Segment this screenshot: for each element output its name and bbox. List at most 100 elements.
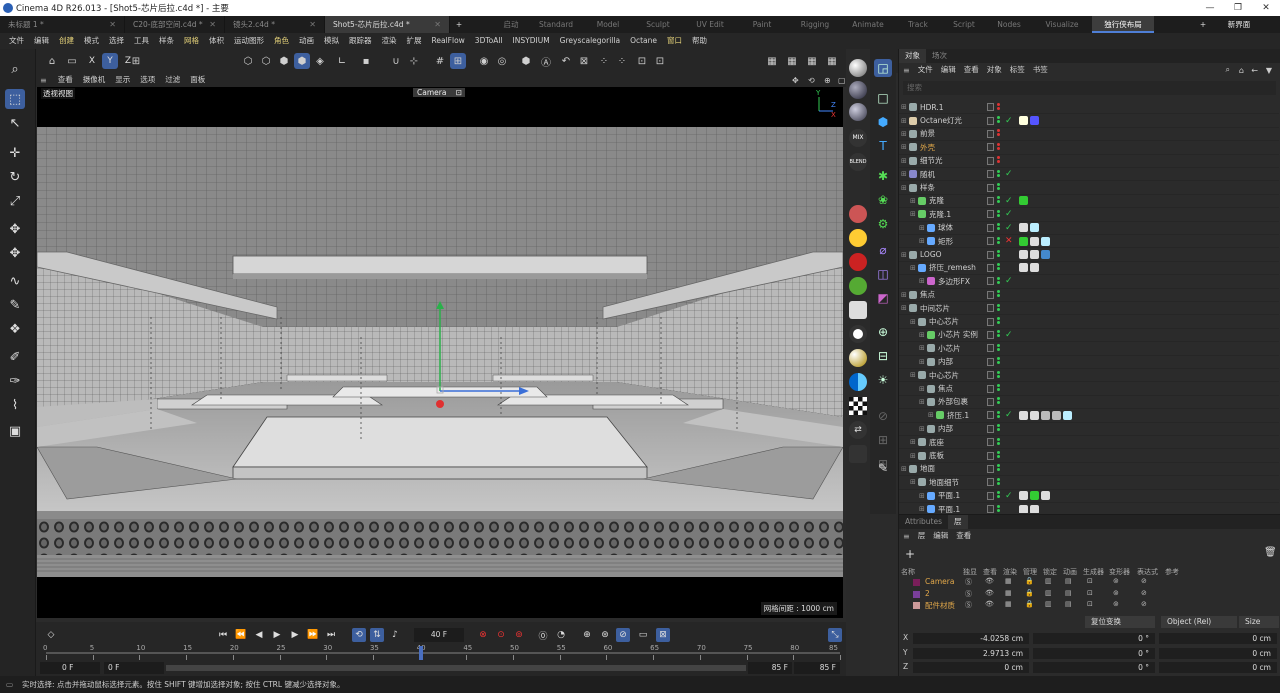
object-row[interactable]: ⊞ 多边形FX ✓ [899, 275, 1279, 289]
menu-item[interactable]: 渲染 [377, 33, 402, 49]
visibility-dots[interactable] [997, 209, 1001, 219]
tag-icon[interactable] [1030, 223, 1039, 233]
layout-tab[interactable]: Nodes [986, 16, 1032, 33]
expand-icon[interactable]: ⊞ [910, 210, 916, 218]
object-row[interactable]: ⊞ 挤压.1 ✓ [899, 409, 1279, 423]
file-tab[interactable]: 镜头2.c4d * ✕ [225, 16, 325, 33]
tag-icon[interactable] [1041, 410, 1050, 420]
tag-icon[interactable] [1063, 410, 1072, 420]
layer-box[interactable] [987, 464, 994, 473]
expand-icon[interactable]: ⊞ [901, 291, 907, 299]
coord-button[interactable]: Size [1239, 616, 1279, 628]
snap-grid-icon[interactable]: ⊞ [450, 53, 466, 69]
layer-flag-icon[interactable]: ⊚ [1113, 577, 1119, 585]
scene-light-icon[interactable]: ☀ [874, 371, 892, 389]
layout-tab[interactable]: Animate [842, 16, 894, 33]
field-icon[interactable]: ◩ [874, 289, 892, 307]
visibility-dots[interactable] [997, 169, 1001, 179]
visibility-dots[interactable] [997, 384, 1001, 393]
next-key-icon[interactable]: ⏩ [306, 628, 320, 642]
visibility-dots[interactable] [997, 504, 1001, 513]
layer-box[interactable] [987, 129, 994, 138]
record-icon[interactable]: ⊗ [476, 628, 490, 642]
expand-icon[interactable]: ⊞ [919, 358, 925, 366]
expand-icon[interactable]: ⊞ [901, 103, 907, 111]
menu-item[interactable]: 运动图形 [229, 33, 269, 49]
position-field-y[interactable]: 2.9713 cm [913, 647, 1029, 659]
position-field-x[interactable]: -4.0258 cm [913, 633, 1029, 644]
menu-item[interactable]: 网格 [179, 33, 204, 49]
object-row[interactable]: ⊞ 中心芯片 [899, 315, 1279, 329]
position-field-z[interactable]: 0 cm [913, 662, 1029, 673]
layer-box[interactable] [987, 411, 994, 420]
object-row[interactable]: ⊞ HDR.1 [899, 101, 1279, 115]
visibility-dots[interactable] [997, 196, 1001, 205]
layout-tab[interactable]: Paint [736, 16, 788, 33]
tag-icon[interactable] [1052, 410, 1061, 420]
object-row[interactable]: ⊞ 中心芯片 [899, 369, 1279, 383]
metal-sphere-icon[interactable] [849, 81, 867, 99]
visibility-dots[interactable] [997, 263, 1001, 272]
expand-icon[interactable]: ⊞ [919, 224, 925, 232]
scale-icon[interactable]: ⤢ [5, 191, 25, 211]
layer-flag-icon[interactable]: Ⓢ [965, 589, 972, 599]
layer-flag-icon[interactable]: ⊘ [1141, 577, 1147, 585]
visibility-dots[interactable] [997, 102, 1001, 112]
contrast-icon[interactable] [849, 373, 867, 391]
object-row[interactable]: ⊞ 小芯片 [899, 342, 1279, 356]
rotation-field-z[interactable]: 0 ° [1033, 662, 1155, 673]
expand-icon[interactable]: ⊞ [919, 331, 925, 339]
axis-toggle-x[interactable]: X [84, 53, 100, 69]
restore-icon[interactable]: ❐ [1224, 0, 1252, 16]
object-row[interactable]: ⊞ 小芯片 实例 ✓ [899, 329, 1279, 343]
visibility-dots[interactable] [997, 370, 1001, 380]
layer-box[interactable] [987, 317, 994, 326]
attr-tab[interactable]: Attributes [899, 515, 948, 529]
enabled-check-icon[interactable]: ✓ [1005, 196, 1013, 206]
object-row[interactable]: ⊞ 底座 [899, 436, 1279, 450]
brush-icon[interactable]: ✐ [5, 347, 25, 367]
tool-icon-4[interactable]: ⊡ [652, 53, 668, 69]
layout-tab[interactable]: 启动 [494, 16, 528, 33]
expand-icon[interactable]: ⊞ [901, 170, 907, 178]
object-row[interactable]: ⊞ LOGO [899, 248, 1279, 262]
param-key-icon[interactable]: ⊛ [598, 628, 612, 642]
object-row[interactable]: ⊞ 样条 [899, 181, 1279, 195]
transform-icon[interactable]: ✥ [5, 219, 25, 239]
playhead[interactable] [419, 646, 424, 660]
render-view-icon[interactable]: ◎ [494, 53, 510, 69]
layout-tab[interactable]: Track [894, 16, 942, 33]
layer-box[interactable] [987, 505, 994, 513]
sound-icon[interactable]: ♪ [388, 628, 402, 642]
tool-icon-3[interactable]: ⊡ [634, 53, 650, 69]
file-tab[interactable]: C20-底部空间.c4d * ✕ [125, 16, 225, 33]
tab-close-icon[interactable]: ✕ [434, 16, 441, 33]
visibility-dots[interactable] [997, 276, 1001, 286]
film-icon-1[interactable]: ▦ [764, 53, 780, 69]
layer-box[interactable] [987, 183, 994, 192]
visibility-dots[interactable] [997, 410, 1001, 420]
visibility-dots[interactable] [997, 183, 1001, 192]
object-row[interactable]: ⊞ 矩形 ✕ [899, 235, 1279, 249]
file-tab[interactable]: Shot5-芯片后拉.c4d * ✕ [325, 16, 450, 33]
tag-icon[interactable] [1019, 116, 1028, 126]
bend-icon[interactable]: ◫ [874, 265, 892, 283]
expand-icon[interactable]: ⊞ [901, 184, 907, 192]
disabled-icon-2[interactable]: ⊞ [874, 431, 892, 449]
menu-item[interactable]: 3DToAll [470, 33, 508, 49]
enabled-check-icon[interactable]: ✓ [1005, 410, 1013, 420]
enabled-check-icon[interactable]: ✓ [1005, 209, 1013, 219]
scale-key-icon[interactable]: ⊕ [580, 628, 594, 642]
om-search-input[interactable]: 搜索 [903, 81, 1276, 95]
layer-flag-icon[interactable]: ⊚ [1113, 600, 1119, 608]
layer-box[interactable] [987, 277, 994, 286]
texture-mode-icon[interactable]: ◈ [312, 53, 328, 69]
layer-color-swatch[interactable] [913, 590, 920, 598]
enabled-check-icon[interactable]: ✓ [1005, 116, 1013, 126]
tool-icon-2[interactable]: ⁘ [614, 53, 630, 69]
expand-icon[interactable]: ⊞ [928, 411, 934, 419]
menu-item[interactable]: 文件 [4, 33, 29, 49]
expand-icon[interactable]: ⊞ [910, 478, 916, 486]
om-menu-item[interactable]: 编辑 [937, 62, 960, 78]
expand-icon[interactable]: ⊞ [910, 264, 916, 272]
